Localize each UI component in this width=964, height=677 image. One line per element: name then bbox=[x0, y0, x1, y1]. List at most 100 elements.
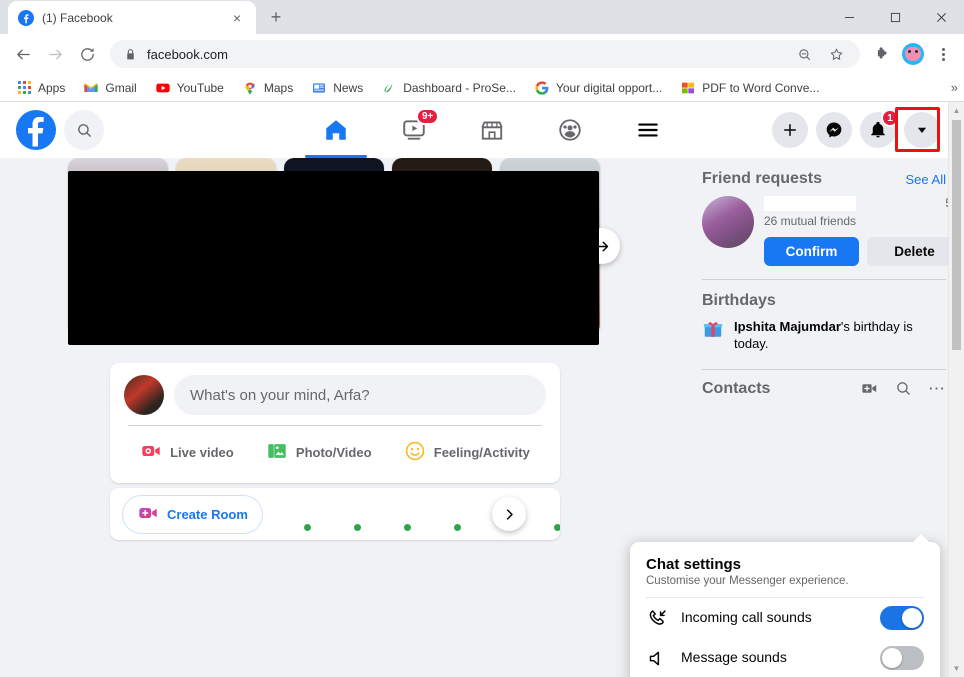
tab-groups[interactable] bbox=[533, 102, 607, 158]
bookmark-label: PDF to Word Conve... bbox=[702, 80, 820, 95]
room-contact-avatar[interactable] bbox=[425, 495, 463, 533]
bookmark-apps[interactable]: Apps bbox=[8, 78, 73, 98]
feeling-activity-label: Feeling/Activity bbox=[433, 445, 530, 460]
forward-arrow-icon[interactable] bbox=[40, 39, 70, 69]
rooms-row: Create Room bbox=[110, 488, 560, 540]
close-icon[interactable] bbox=[918, 0, 964, 34]
chat-settings-subtitle: Customise your Messenger experience. bbox=[646, 575, 849, 587]
account-dropdown-button[interactable] bbox=[904, 112, 940, 148]
photo-video-label: Photo/Video bbox=[295, 445, 372, 460]
composer-input[interactable]: What's on your mind, Arfa? bbox=[174, 375, 546, 415]
scroll-down-arrow-icon[interactable]: ▼ bbox=[949, 660, 964, 677]
new-tab-button[interactable]: + bbox=[262, 3, 290, 31]
redaction-overlay-friend-name bbox=[764, 196, 856, 211]
bookmarks-bar: Apps Gmail YouTube Maps News Dashboard -… bbox=[0, 74, 964, 102]
apps-grid-icon bbox=[16, 80, 32, 96]
create-room-label: Create Room bbox=[167, 506, 248, 522]
tab-menu[interactable] bbox=[611, 102, 685, 158]
puzzle-piece-icon[interactable] bbox=[868, 40, 896, 68]
redaction-overlay-stories bbox=[68, 171, 599, 345]
facebook-right-actions: 1 bbox=[738, 109, 948, 148]
messenger-button[interactable] bbox=[816, 112, 852, 148]
bookmark-label: Maps bbox=[263, 80, 294, 95]
bookmarks-overflow-button[interactable]: » bbox=[951, 80, 958, 95]
url-text: facebook.com bbox=[147, 46, 228, 62]
facebook-icon bbox=[18, 9, 34, 26]
notifications-button[interactable]: 1 bbox=[860, 109, 899, 148]
bookmark-label: Apps bbox=[38, 80, 66, 95]
bookmark-news[interactable]: News bbox=[303, 78, 371, 98]
friend-requests-title: Friend requests bbox=[702, 170, 823, 187]
contacts-options-icon[interactable]: ⋯ bbox=[928, 380, 946, 398]
scrollbar-thumb[interactable] bbox=[952, 120, 961, 350]
video-room-icon bbox=[137, 502, 159, 527]
room-contact-avatar[interactable] bbox=[525, 495, 560, 533]
chat-settings-popup: Chat settings Customise your Messenger e… bbox=[630, 542, 940, 677]
avatar[interactable] bbox=[702, 196, 754, 248]
speaker-icon bbox=[646, 647, 668, 669]
divider bbox=[702, 368, 946, 370]
divider bbox=[128, 425, 542, 426]
contacts-header: Contacts ⋯ bbox=[698, 380, 950, 398]
minimize-icon[interactable] bbox=[826, 0, 872, 34]
create-room-button[interactable]: Create Room bbox=[122, 494, 263, 534]
bookmark-pdf-to-word[interactable]: PDF to Word Conve... bbox=[672, 78, 827, 98]
facebook-logo[interactable] bbox=[16, 110, 56, 150]
facebook-navbar: 9+ 1 bbox=[0, 102, 964, 158]
bookmark-label: Your digital opport... bbox=[555, 80, 663, 95]
browser-toolbar: facebook.com bbox=[0, 34, 964, 74]
create-plus-button[interactable] bbox=[772, 112, 808, 148]
pdf-converter-icon bbox=[680, 80, 696, 96]
star-icon[interactable] bbox=[824, 42, 848, 66]
toggle-message-sounds[interactable] bbox=[880, 646, 924, 670]
facebook-main-tabs: 9+ bbox=[246, 102, 738, 158]
mutual-friends-text: 26 mutual friends bbox=[764, 214, 857, 228]
browser-tab[interactable]: (1) Facebook × bbox=[8, 1, 256, 34]
room-contact-avatar[interactable] bbox=[325, 495, 363, 533]
see-all-link[interactable]: See All bbox=[906, 172, 946, 187]
live-video-button[interactable]: Live video bbox=[130, 434, 244, 471]
bookmark-gmail[interactable]: Gmail bbox=[75, 78, 144, 98]
birthday-item[interactable]: Ipshita Majumdar's birthday is today. bbox=[698, 318, 950, 353]
page-scrollbar[interactable]: ▲ ▼ bbox=[948, 102, 964, 677]
maximize-icon[interactable] bbox=[872, 0, 918, 34]
setting-row-message-sounds[interactable]: Message sounds bbox=[630, 638, 940, 677]
feeling-activity-button[interactable]: Feeling/Activity bbox=[394, 434, 540, 471]
room-contact-avatar[interactable] bbox=[375, 495, 413, 533]
tab-strip: (1) Facebook × + bbox=[0, 0, 964, 34]
setting-row-incoming-call-sounds[interactable]: Incoming call sounds bbox=[630, 598, 940, 638]
bookmark-label: YouTube bbox=[176, 80, 224, 95]
zoom-out-icon[interactable] bbox=[792, 42, 816, 66]
room-contact-avatar[interactable] bbox=[275, 495, 313, 533]
new-video-room-icon[interactable] bbox=[860, 380, 878, 398]
bookmark-youtube[interactable]: YouTube bbox=[147, 78, 232, 98]
search-icon[interactable] bbox=[64, 110, 104, 150]
toggle-incoming-call-sounds[interactable] bbox=[880, 606, 924, 630]
bookmark-your-digital-opportunity[interactable]: Your digital opport... bbox=[526, 78, 670, 98]
back-arrow-icon[interactable] bbox=[8, 39, 38, 69]
bookmark-label: Gmail bbox=[105, 80, 137, 95]
rooms-next-button[interactable] bbox=[492, 497, 526, 531]
tab-home[interactable] bbox=[299, 102, 373, 158]
bookmark-maps[interactable]: Maps bbox=[234, 78, 301, 98]
google-news-icon bbox=[311, 80, 327, 96]
close-icon[interactable]: × bbox=[228, 9, 246, 27]
notifications-badge: 1 bbox=[881, 109, 899, 127]
bookmark-dashboard-prose[interactable]: Dashboard - ProSe... bbox=[373, 78, 524, 98]
prose-icon bbox=[381, 80, 397, 96]
address-bar[interactable]: facebook.com bbox=[110, 40, 860, 68]
chrome-profile-avatar[interactable] bbox=[902, 43, 924, 65]
confirm-button[interactable]: Confirm bbox=[764, 237, 859, 266]
feed-column: What's on your mind, Arfa? Live video Ph… bbox=[0, 158, 686, 677]
search-contacts-icon[interactable] bbox=[894, 380, 912, 398]
avatar[interactable] bbox=[124, 375, 164, 415]
birthdays-title: Birthdays bbox=[702, 292, 776, 309]
google-g-icon bbox=[534, 80, 550, 96]
tab-marketplace[interactable] bbox=[455, 102, 529, 158]
birthdays-header: Birthdays bbox=[698, 290, 950, 318]
reload-icon[interactable] bbox=[72, 39, 102, 69]
three-dot-menu-icon[interactable] bbox=[930, 39, 956, 69]
photo-video-button[interactable]: Photo/Video bbox=[256, 434, 382, 471]
scroll-up-arrow-icon[interactable]: ▲ bbox=[949, 102, 964, 119]
tab-watch[interactable]: 9+ bbox=[377, 102, 451, 158]
